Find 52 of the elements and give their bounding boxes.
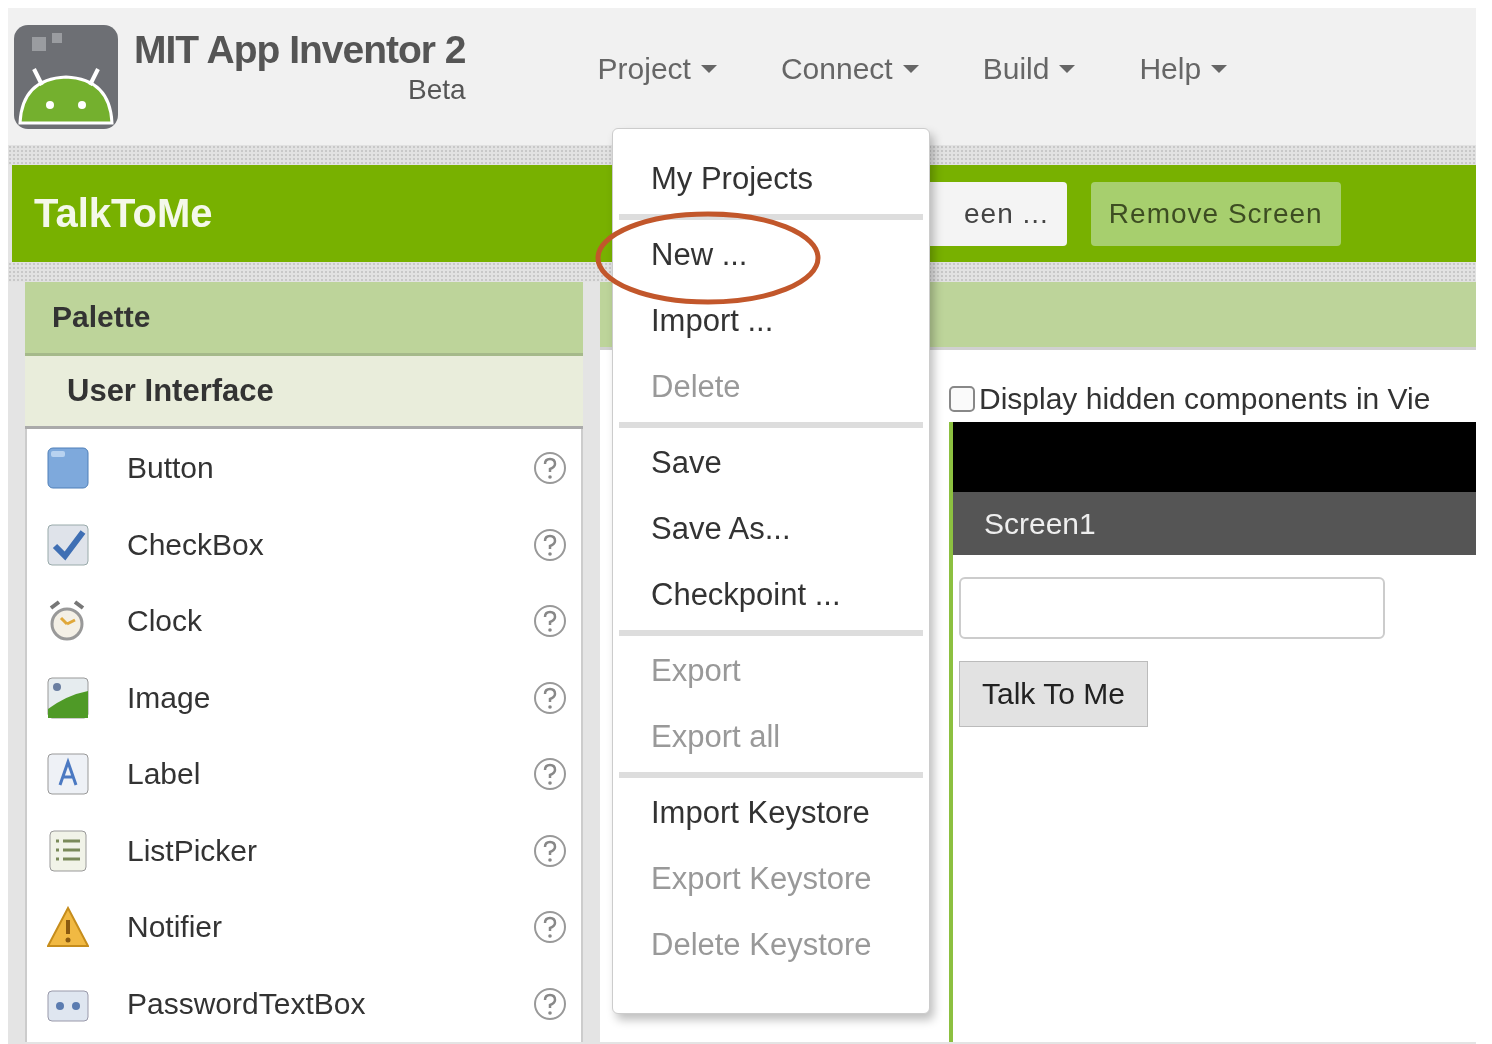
project-title: TalkToMe	[33, 191, 214, 236]
nav-menu[interactable]: Connect	[768, 47, 931, 90]
app-title: MIT App Inventor 2	[134, 27, 466, 72]
checkbox-icon	[47, 523, 89, 566]
android-logo-icon	[12, 22, 120, 131]
palette-item[interactable]: Clock	[27, 583, 581, 660]
palette-item[interactable]: PasswordTextBox	[27, 965, 581, 1042]
palette-item[interactable]: Button	[27, 430, 581, 507]
checkbox[interactable]	[949, 386, 975, 412]
menu-item: Export Keystore	[650, 860, 873, 898]
menu-item: Export	[650, 652, 742, 690]
menu-item[interactable]: Save	[613, 430, 929, 496]
help-icon[interactable]	[533, 757, 567, 792]
caret-icon	[1059, 64, 1076, 73]
button-icon	[47, 447, 89, 490]
menu-item: Export all	[650, 718, 782, 756]
palette-item[interactable]: Notifier	[27, 889, 581, 966]
palette-item[interactable]: Image	[27, 659, 581, 736]
menu-item[interactable]: Checkpoint ...	[613, 562, 929, 628]
screen-title-bar: Screen1	[953, 492, 1476, 555]
help-icon[interactable]	[533, 451, 567, 486]
nav-menu[interactable]: Help	[1127, 47, 1240, 90]
menu-item[interactable]: Import Keystore	[613, 780, 929, 846]
screen-button[interactable]: Remove Screen	[1090, 181, 1341, 246]
palette-item[interactable]: CheckBox	[27, 506, 581, 583]
menu-item: Delete	[650, 368, 742, 406]
list-icon	[47, 829, 89, 872]
warning-icon	[47, 906, 89, 949]
palette-item[interactable]: Label	[27, 736, 581, 813]
help-icon[interactable]	[533, 986, 567, 1021]
caret-icon	[902, 64, 919, 73]
help-icon[interactable]	[533, 604, 567, 639]
palette-header: Palette	[25, 282, 583, 356]
help-icon[interactable]	[533, 527, 567, 562]
menu-item: Delete Keystore	[650, 926, 873, 964]
caret-icon	[700, 64, 717, 73]
menu-item[interactable]: Save As...	[613, 496, 929, 562]
app-subtitle: Beta	[407, 73, 466, 106]
caret-icon	[1211, 64, 1228, 73]
menu-item[interactable]: Import ...	[613, 288, 929, 354]
checkbox-label: Display hidden components in Vie	[979, 382, 1431, 416]
help-icon[interactable]	[533, 833, 567, 868]
help-icon[interactable]	[533, 910, 567, 945]
text-input-field[interactable]	[959, 577, 1385, 639]
nav-menu[interactable]: Build	[970, 47, 1088, 90]
picture-icon	[47, 676, 89, 719]
talk-button[interactable]: Talk To Me	[959, 661, 1148, 727]
nav-menu[interactable]: Project	[585, 47, 729, 90]
help-icon[interactable]	[533, 680, 567, 715]
palette-item[interactable]: ListPicker	[27, 812, 581, 889]
text-label-icon	[47, 753, 89, 796]
category-header[interactable]: User Interface	[25, 355, 583, 429]
